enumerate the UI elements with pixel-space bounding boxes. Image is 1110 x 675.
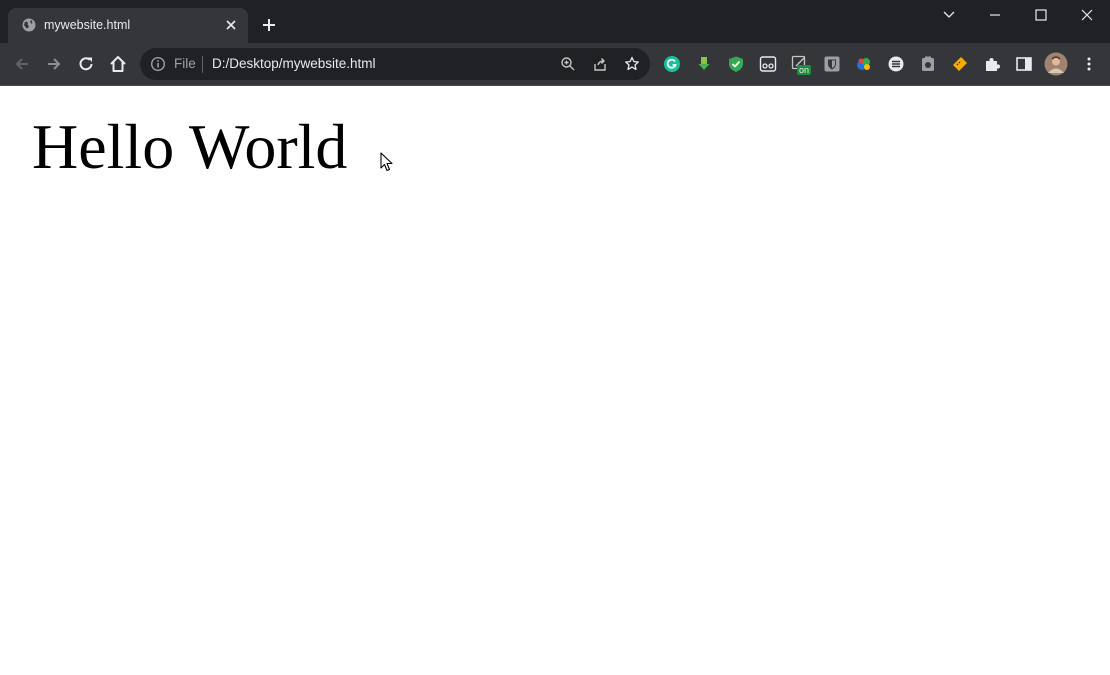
tab-strip: mywebsite.html bbox=[0, 0, 1110, 43]
forward-icon[interactable] bbox=[44, 54, 64, 74]
download-arrow-icon[interactable] bbox=[695, 55, 713, 73]
close-icon[interactable] bbox=[224, 18, 238, 32]
tab-search-icon[interactable] bbox=[940, 6, 958, 24]
camera-icon[interactable] bbox=[919, 55, 937, 73]
bookmark-star-icon[interactable] bbox=[624, 56, 640, 72]
glasses-icon[interactable] bbox=[759, 55, 777, 73]
new-tab-icon[interactable] bbox=[261, 17, 277, 33]
info-icon[interactable] bbox=[150, 56, 166, 72]
side-panel-icon[interactable] bbox=[1015, 55, 1033, 73]
toggle-on-icon[interactable]: on bbox=[791, 55, 812, 75]
avatar[interactable] bbox=[1044, 52, 1068, 76]
home-icon[interactable] bbox=[108, 54, 128, 74]
browser-tab[interactable]: mywebsite.html bbox=[8, 8, 248, 43]
url-text[interactable]: D:/Desktop/mywebsite.html bbox=[212, 56, 376, 71]
maximize-icon[interactable] bbox=[1032, 6, 1050, 24]
ticket-icon[interactable] bbox=[951, 55, 969, 73]
tab-title: mywebsite.html bbox=[44, 18, 131, 32]
security-label: File bbox=[174, 56, 196, 71]
grammarly-icon[interactable] bbox=[663, 55, 681, 73]
back-icon[interactable] bbox=[12, 54, 32, 74]
globe-icon bbox=[22, 18, 36, 32]
page-heading: Hello World bbox=[32, 111, 348, 182]
divider bbox=[202, 56, 203, 73]
kebab-menu-icon[interactable] bbox=[1080, 55, 1098, 73]
browser-toolbar: File D:/Desktop/mywebsite.html on bbox=[0, 43, 1110, 86]
address-bar[interactable]: File D:/Desktop/mywebsite.html bbox=[140, 48, 650, 80]
mouse-cursor-icon bbox=[380, 152, 393, 172]
lines-circle-icon[interactable] bbox=[887, 55, 905, 73]
minimize-icon[interactable] bbox=[986, 6, 1004, 24]
bitwarden-icon[interactable] bbox=[823, 55, 841, 73]
share-icon[interactable] bbox=[592, 56, 608, 72]
reload-icon[interactable] bbox=[76, 54, 96, 74]
zoom-icon[interactable] bbox=[560, 56, 576, 72]
window-close-icon[interactable] bbox=[1078, 6, 1096, 24]
toggle-badge: on bbox=[797, 65, 812, 75]
puzzle-icon[interactable] bbox=[983, 55, 1001, 73]
colorful-leaf-icon[interactable] bbox=[855, 55, 873, 73]
page-content: Hello World bbox=[0, 86, 1110, 675]
shield-check-icon[interactable] bbox=[727, 55, 745, 73]
